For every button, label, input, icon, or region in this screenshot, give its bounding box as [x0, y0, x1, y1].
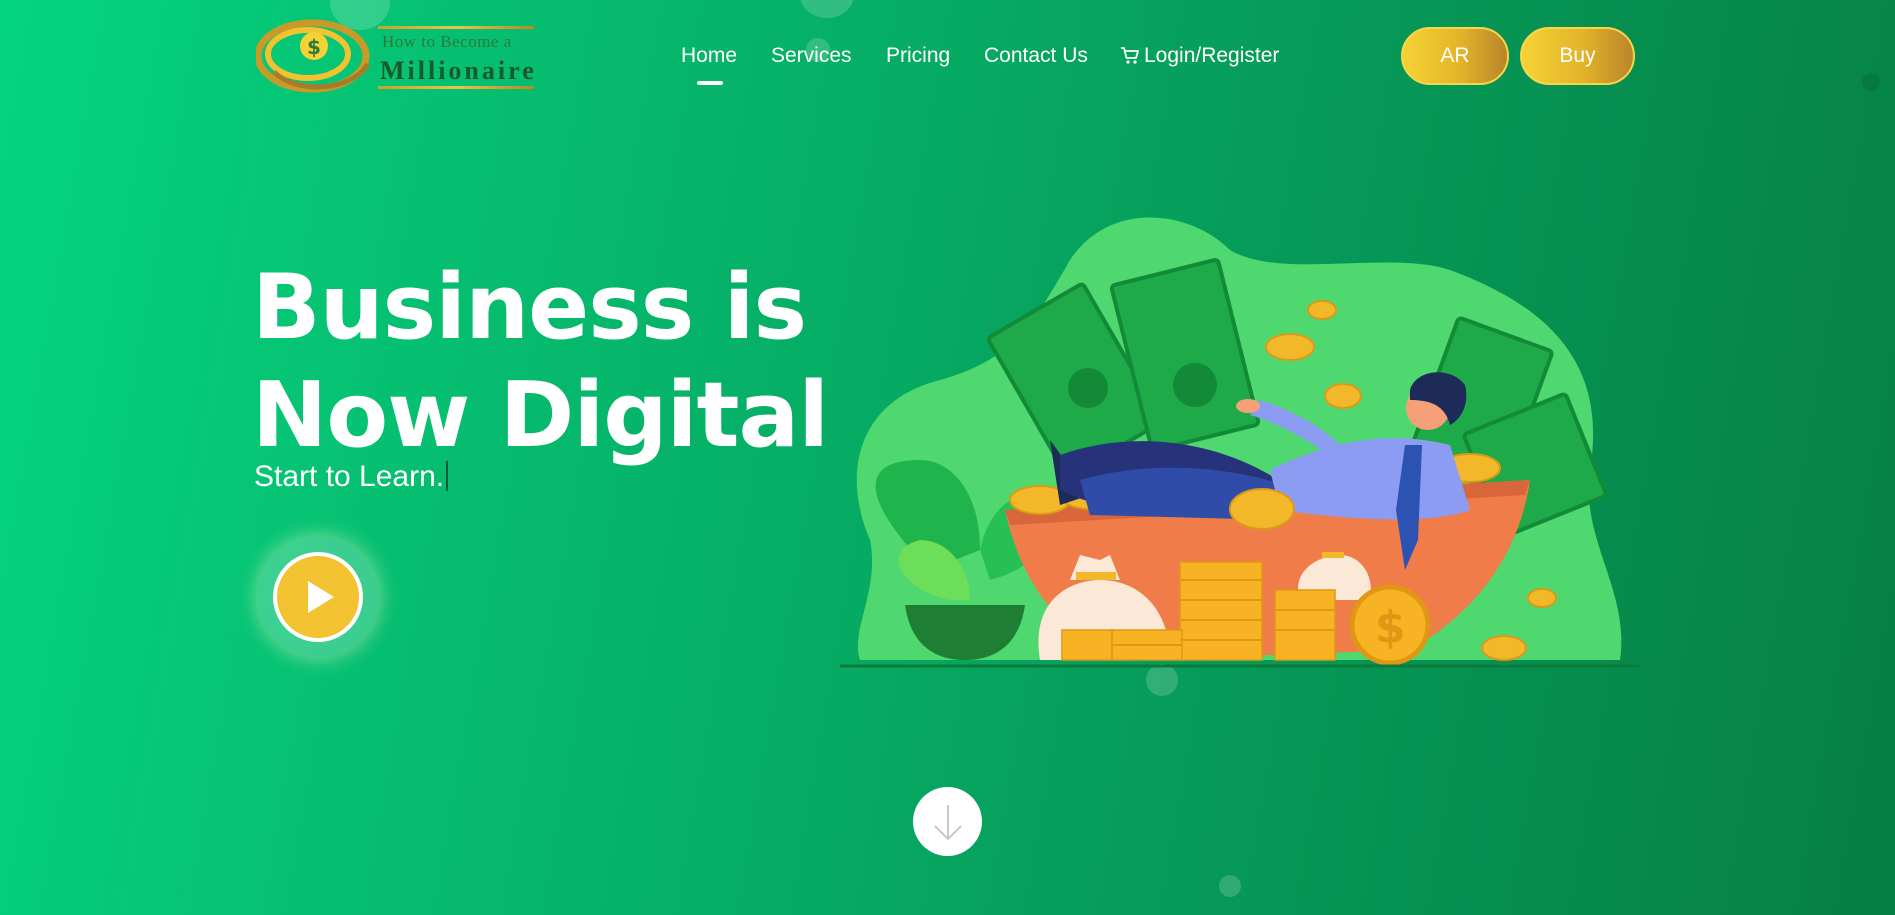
hero-subtitle: Start to Learn. — [254, 460, 449, 494]
buy-button[interactable]: Buy — [1520, 27, 1635, 85]
decor-bubble — [1219, 875, 1241, 897]
nav-services[interactable]: Services — [771, 44, 852, 68]
logo-rule — [378, 86, 534, 89]
site-logo[interactable]: $ How to Become a Millionaire — [256, 14, 536, 96]
scroll-down-button[interactable] — [913, 787, 982, 856]
nav-login-register[interactable]: Login/Register — [1120, 44, 1279, 68]
hero-title: Business is Now Digital — [252, 254, 829, 470]
typing-caret — [446, 461, 449, 491]
svg-text:$: $ — [1375, 602, 1406, 653]
nav-active-indicator — [697, 81, 723, 85]
logo-rule — [378, 26, 534, 29]
play-video-button[interactable] — [273, 552, 363, 642]
svg-text:$: $ — [307, 35, 321, 59]
logo-line-2: Millionaire — [380, 56, 537, 85]
hero-subtitle-text: Start to Learn. — [254, 460, 445, 493]
nav-login-register-label: Login/Register — [1144, 44, 1280, 67]
ar-language-button[interactable]: AR — [1401, 27, 1509, 85]
hero-illustration: $ — [840, 217, 1640, 668]
cart-icon — [1121, 47, 1139, 64]
decor-bubble — [800, 0, 854, 18]
logo-emblem-icon: $ — [256, 19, 371, 93]
decor-bubble — [1862, 73, 1880, 91]
hero-title-line-1: Business is — [252, 255, 807, 360]
arrow-down-icon — [933, 804, 962, 840]
nav-pricing[interactable]: Pricing — [886, 44, 950, 68]
nav-contact-us[interactable]: Contact Us — [984, 44, 1088, 68]
nav-home[interactable]: Home — [681, 44, 737, 68]
logo-line-1: How to Become a — [382, 32, 512, 51]
play-icon — [308, 581, 334, 613]
hero-title-line-2: Now Digital — [252, 363, 829, 468]
